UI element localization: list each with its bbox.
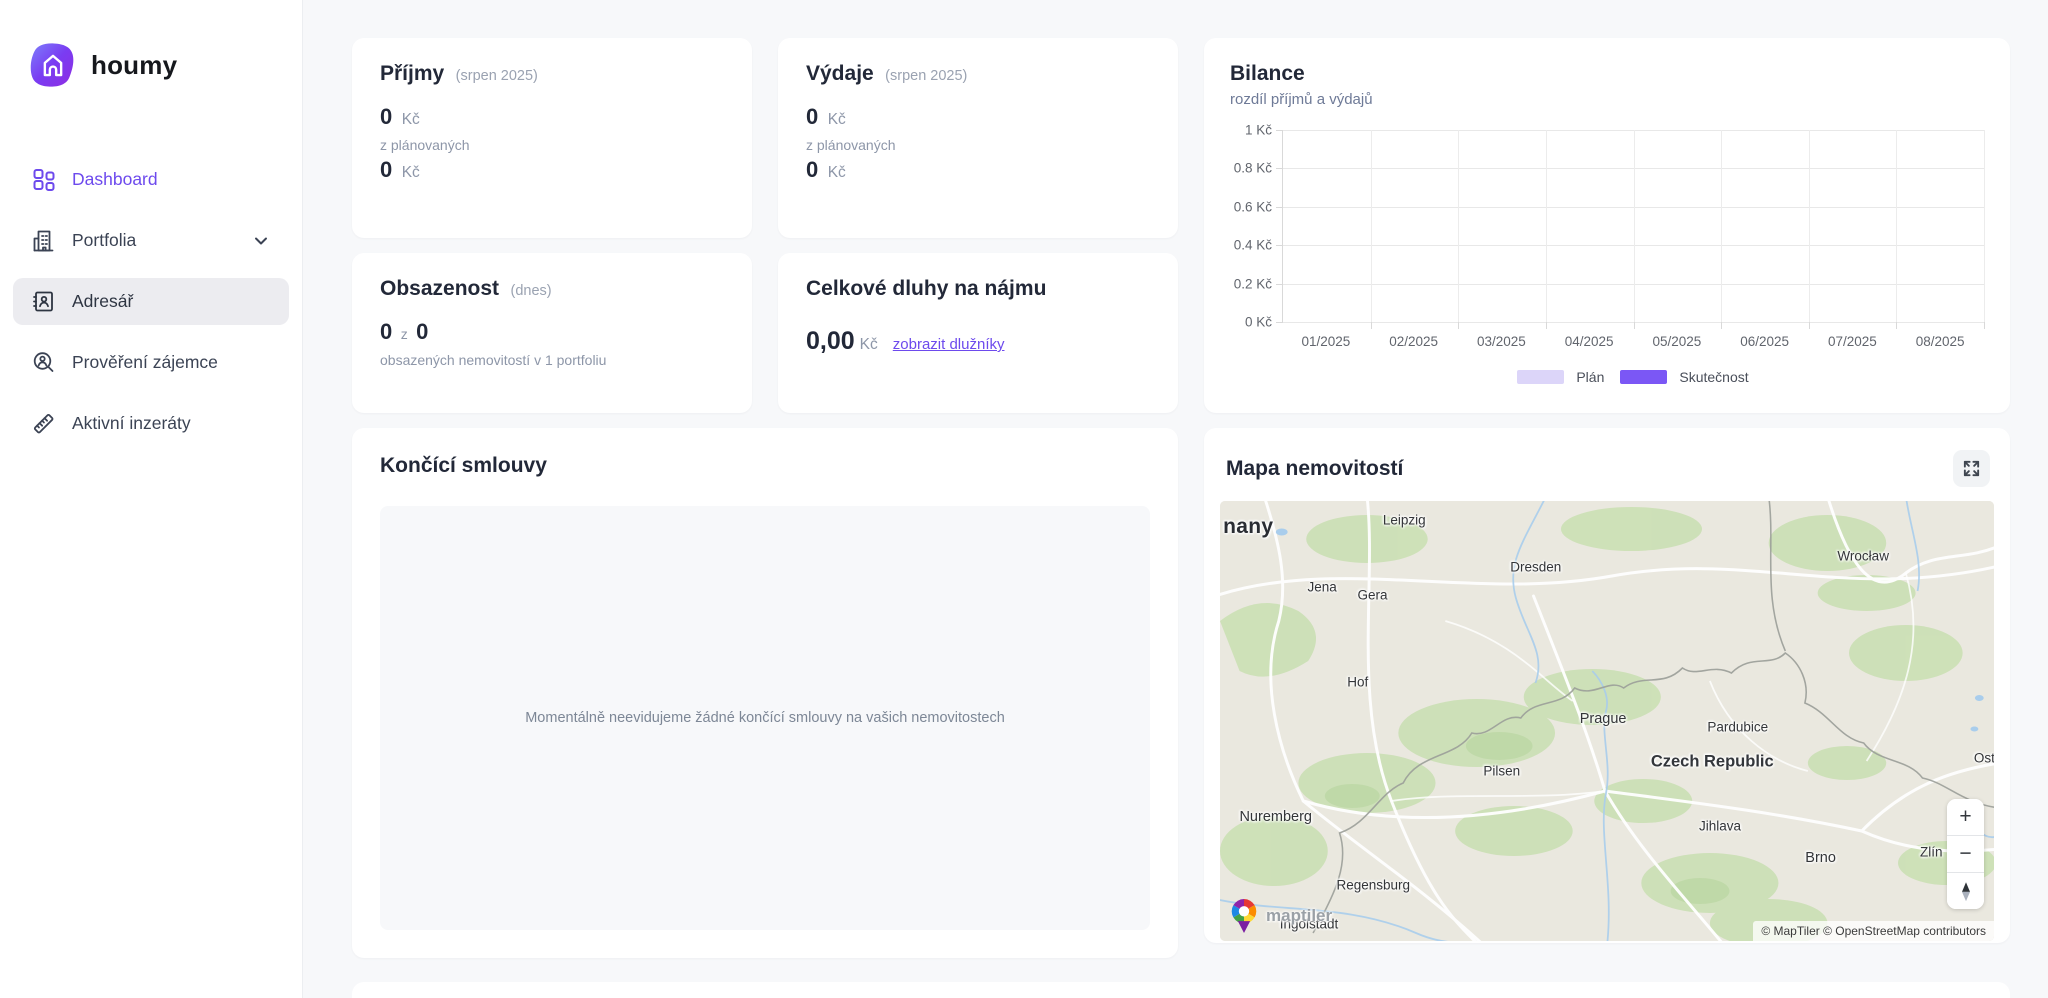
expense-value: 0: [806, 104, 818, 129]
occupancy-separator: z: [401, 326, 408, 342]
maptiler-pin-icon: [1228, 897, 1260, 935]
app-name: houmy: [91, 50, 177, 81]
card-title: Celkové dluhy na nájmu: [806, 277, 1046, 300]
houmy-logo-icon: [30, 42, 76, 88]
x-tick-label: 01/2025: [1282, 334, 1370, 349]
sidebar-item-label: Prověření zájemce: [72, 352, 218, 373]
legend-label: Plán: [1576, 369, 1604, 385]
sidebar-item-dashboard[interactable]: Dashboard: [13, 156, 289, 203]
map-terrain: [1220, 501, 1994, 941]
planned-expense-value: 0: [806, 157, 818, 182]
occupied-value: 0: [380, 319, 392, 344]
card-vydaje: Výdaje (srpen 2025) 0 Kč z plánovaných 0…: [778, 38, 1178, 238]
x-tick-label: 06/2025: [1721, 334, 1809, 349]
maptiler-logo-text: maptiler: [1266, 906, 1332, 926]
card-prijmy: Příjmy (srpen 2025) 0 Kč z plánovaných 0…: [352, 38, 752, 238]
occupancy-subtitle: obsazených nemovitostí v 1 portfoliu: [380, 352, 724, 368]
map-fullscreen-button[interactable]: [1953, 450, 1990, 487]
chart-title: Bilance: [1230, 62, 1305, 85]
card-title: Příjmy: [380, 62, 444, 85]
legend-label: Skutečnost: [1679, 369, 1748, 385]
y-tick-label: 0.2 Kč: [1234, 276, 1272, 291]
planned-label: z plánovaných: [380, 137, 724, 153]
card-period: (dnes): [510, 283, 551, 299]
app-logo[interactable]: houmy: [0, 42, 302, 88]
card-koncici-smlouvy: Končící smlouvy Momentálně neevidujeme ž…: [352, 428, 1178, 958]
card-period: (srpen 2025): [885, 68, 967, 84]
income-value: 0: [380, 104, 392, 129]
empty-state-box: Momentálně neevidujeme žádné končící sml…: [380, 506, 1150, 930]
sidebar-item-label: Aktivní inzeráty: [72, 413, 191, 434]
y-tick-label: 1 Kč: [1245, 123, 1272, 138]
sidebar-item-provereni-zajemce[interactable]: Prověření zájemce: [13, 339, 289, 386]
sidebar-item-label: Adresář: [72, 291, 133, 312]
sidebar-item-label: Portfolia: [72, 230, 136, 251]
chart-subtitle: rozdíl příjmů a výdajů: [1230, 91, 1984, 108]
card-period: (srpen 2025): [456, 68, 538, 84]
map-canvas[interactable]: nanyLeipzigDresdenWrocławJenaGeraHofPrag…: [1220, 501, 1994, 941]
bilance-chart: 1 Kč0.8 Kč0.6 Kč0.4 Kč0.2 Kč0 Kč: [1230, 130, 1984, 322]
skutecnost-swatch: [1620, 370, 1667, 384]
main-content: Příjmy (srpen 2025) 0 Kč z plánovaných 0…: [303, 0, 2048, 998]
empty-state-message: Momentálně neevidujeme žádné končící sml…: [525, 710, 1005, 726]
legend-item-plan: Plán: [1517, 369, 1604, 385]
sidebar-item-adresar[interactable]: Adresář: [13, 278, 289, 325]
card-title: Mapa nemovitostí: [1226, 457, 1403, 481]
compass-button[interactable]: [1947, 873, 1984, 909]
planned-label: z plánovaných: [806, 137, 1150, 153]
address-book-icon: [31, 289, 56, 314]
debt-value: 0,00: [806, 327, 855, 356]
show-debtors-link[interactable]: zobrazit dlužníky: [893, 336, 1005, 353]
map-zoom-control: + −: [1947, 799, 1984, 909]
chart-legend: Plán Skutečnost: [1282, 369, 1984, 385]
planned-income-unit: Kč: [402, 164, 420, 181]
expense-unit: Kč: [828, 111, 846, 128]
buildings-icon: [31, 228, 56, 253]
sidebar-item-label: Dashboard: [72, 169, 158, 190]
sidebar-nav: Dashboard Portfolia Adresář: [0, 156, 302, 447]
zoom-out-button[interactable]: −: [1947, 836, 1984, 872]
zoom-in-button[interactable]: +: [1947, 799, 1984, 835]
legend-item-skutecnost: Skutečnost: [1620, 369, 1748, 385]
x-tick-label: 03/2025: [1458, 334, 1546, 349]
chart-x-axis: 01/202502/202503/202504/202505/202506/20…: [1282, 334, 1984, 349]
sidebar-item-portfolia[interactable]: Portfolia: [13, 217, 289, 264]
dashboard-grid-icon: [31, 167, 56, 192]
card-obsazenost: Obsazenost (dnes) 0 z 0 obsazených nemov…: [352, 253, 752, 413]
x-tick-label: 08/2025: [1896, 334, 1984, 349]
plan-swatch: [1517, 370, 1564, 384]
income-unit: Kč: [402, 111, 420, 128]
debt-unit: Kč: [860, 336, 878, 354]
x-tick-label: 02/2025: [1370, 334, 1458, 349]
sidebar: houmy Dashboard Portfolia: [0, 0, 303, 998]
planned-expense-unit: Kč: [828, 164, 846, 181]
card-title: Výdaje: [806, 62, 874, 85]
planned-income-value: 0: [380, 157, 392, 182]
card-mapa-nemovitosti: Mapa nemovitostí: [1204, 428, 2010, 943]
chart-plot: [1282, 130, 1984, 322]
y-tick-label: 0.6 Kč: [1234, 199, 1272, 214]
card-title: Končící smlouvy: [380, 454, 547, 477]
sidebar-item-aktivni-inzeraty[interactable]: Aktivní inzeráty: [13, 400, 289, 447]
maptiler-logo[interactable]: maptiler: [1228, 897, 1332, 935]
expand-icon: [1962, 459, 1981, 478]
y-tick-label: 0.4 Kč: [1234, 238, 1272, 253]
total-value: 0: [416, 319, 428, 344]
card-dluhy: Celkové dluhy na nájmu 0,00 Kč zobrazit …: [778, 253, 1178, 413]
card-title: Obsazenost: [380, 277, 499, 300]
person-search-icon: [31, 350, 56, 375]
compass-needle-icon: [1955, 880, 1977, 902]
bottom-card-partial: [352, 982, 2010, 998]
card-bilance: Bilance rozdíl příjmů a výdajů 1 Kč 0.8 K…: [1204, 38, 2010, 413]
y-tick-label: 0 Kč: [1245, 315, 1272, 330]
x-tick-label: 07/2025: [1809, 334, 1897, 349]
chart-y-axis: 1 Kč0.8 Kč0.6 Kč0.4 Kč0.2 Kč0 Kč: [1230, 130, 1282, 322]
ruler-icon: [31, 411, 56, 436]
chevron-down-icon: [251, 231, 271, 251]
map-attribution[interactable]: © MapTiler © OpenStreetMap contributors: [1753, 921, 1994, 941]
x-tick-label: 05/2025: [1633, 334, 1721, 349]
y-tick-label: 0.8 Kč: [1234, 161, 1272, 176]
x-tick-label: 04/2025: [1545, 334, 1633, 349]
